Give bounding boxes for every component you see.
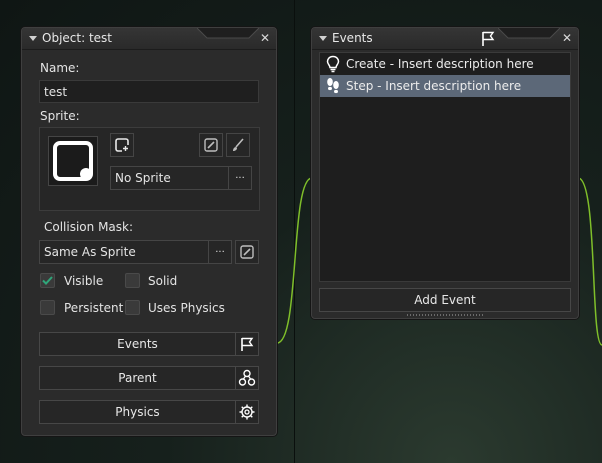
add-event-button[interactable]: Add Event [319, 288, 571, 312]
collapse-arrow-icon[interactable] [319, 36, 327, 41]
events-icon-button[interactable] [235, 332, 259, 356]
sprite-preview[interactable] [48, 136, 98, 186]
edit-icon [204, 138, 218, 152]
checkmark-icon [42, 276, 53, 285]
collision-menu-button[interactable]: ··· [208, 240, 232, 264]
events-panel: Events ✕ Create - Insert description her… [311, 27, 579, 319]
collision-mask-select[interactable]: Same As Sprite [39, 240, 209, 264]
collision-mask-label: Collision Mask: [44, 220, 134, 234]
uses-physics-checkbox[interactable] [125, 300, 140, 315]
persistent-checkbox[interactable] [40, 300, 55, 315]
close-icon[interactable]: ✕ [260, 31, 270, 45]
parent-icon-button[interactable] [235, 366, 259, 390]
event-row-create[interactable]: Create - Insert description here [320, 53, 570, 75]
visible-checkbox[interactable] [40, 273, 55, 288]
collision-edit-button[interactable] [235, 240, 259, 264]
hierarchy-icon [238, 369, 256, 386]
event-label-step: Step - Insert description here [346, 79, 522, 93]
sprite-select[interactable]: No Sprite [110, 166, 230, 190]
object-panel-header[interactable]: Object: test ✕ [22, 28, 276, 50]
lightbulb-icon [326, 55, 340, 73]
header-notch-decoration [498, 28, 560, 39]
object-panel-title: Object: test [42, 31, 112, 45]
solid-checkbox[interactable] [125, 273, 140, 288]
physics-icon-button[interactable] [235, 400, 259, 424]
new-sprite-button[interactable] [110, 133, 134, 157]
event-label-create: Create - Insert description here [346, 57, 534, 71]
flag-icon [241, 337, 254, 351]
new-sprite-icon [115, 138, 129, 152]
events-panel-title: Events [332, 31, 373, 45]
name-label: Name: [40, 61, 80, 75]
parent-button[interactable]: Parent [39, 366, 236, 390]
events-panel-header[interactable]: Events ✕ [312, 28, 578, 50]
persistent-label: Persistent [64, 301, 124, 315]
flag-icon [482, 31, 495, 46]
visible-label: Visible [64, 274, 104, 288]
close-icon[interactable]: ✕ [562, 31, 572, 45]
resize-grip[interactable] [407, 314, 483, 316]
gear-icon [239, 404, 255, 420]
physics-button[interactable]: Physics [39, 400, 236, 424]
edit-icon [240, 245, 254, 259]
collapse-arrow-icon[interactable] [29, 36, 37, 41]
paint-sprite-button[interactable] [226, 133, 250, 157]
sprite-placeholder-icon [53, 141, 93, 181]
header-notch-decoration [197, 28, 259, 39]
solid-label: Solid [148, 274, 178, 288]
object-panel: Object: test ✕ Name: test Sprite: No Spr… [21, 27, 277, 436]
events-list: Create - Insert description here Step - … [319, 52, 571, 282]
event-row-step[interactable]: Step - Insert description here [320, 75, 570, 97]
sprite-label: Sprite: [40, 109, 80, 123]
events-button[interactable]: Events [39, 332, 236, 356]
brush-icon [233, 138, 244, 151]
footsteps-icon [327, 78, 339, 94]
sprite-area: No Sprite ··· [39, 127, 260, 211]
name-field[interactable]: test [39, 80, 259, 103]
sprite-menu-button[interactable]: ··· [228, 166, 252, 190]
uses-physics-label: Uses Physics [148, 301, 225, 315]
edit-sprite-button[interactable] [199, 133, 223, 157]
